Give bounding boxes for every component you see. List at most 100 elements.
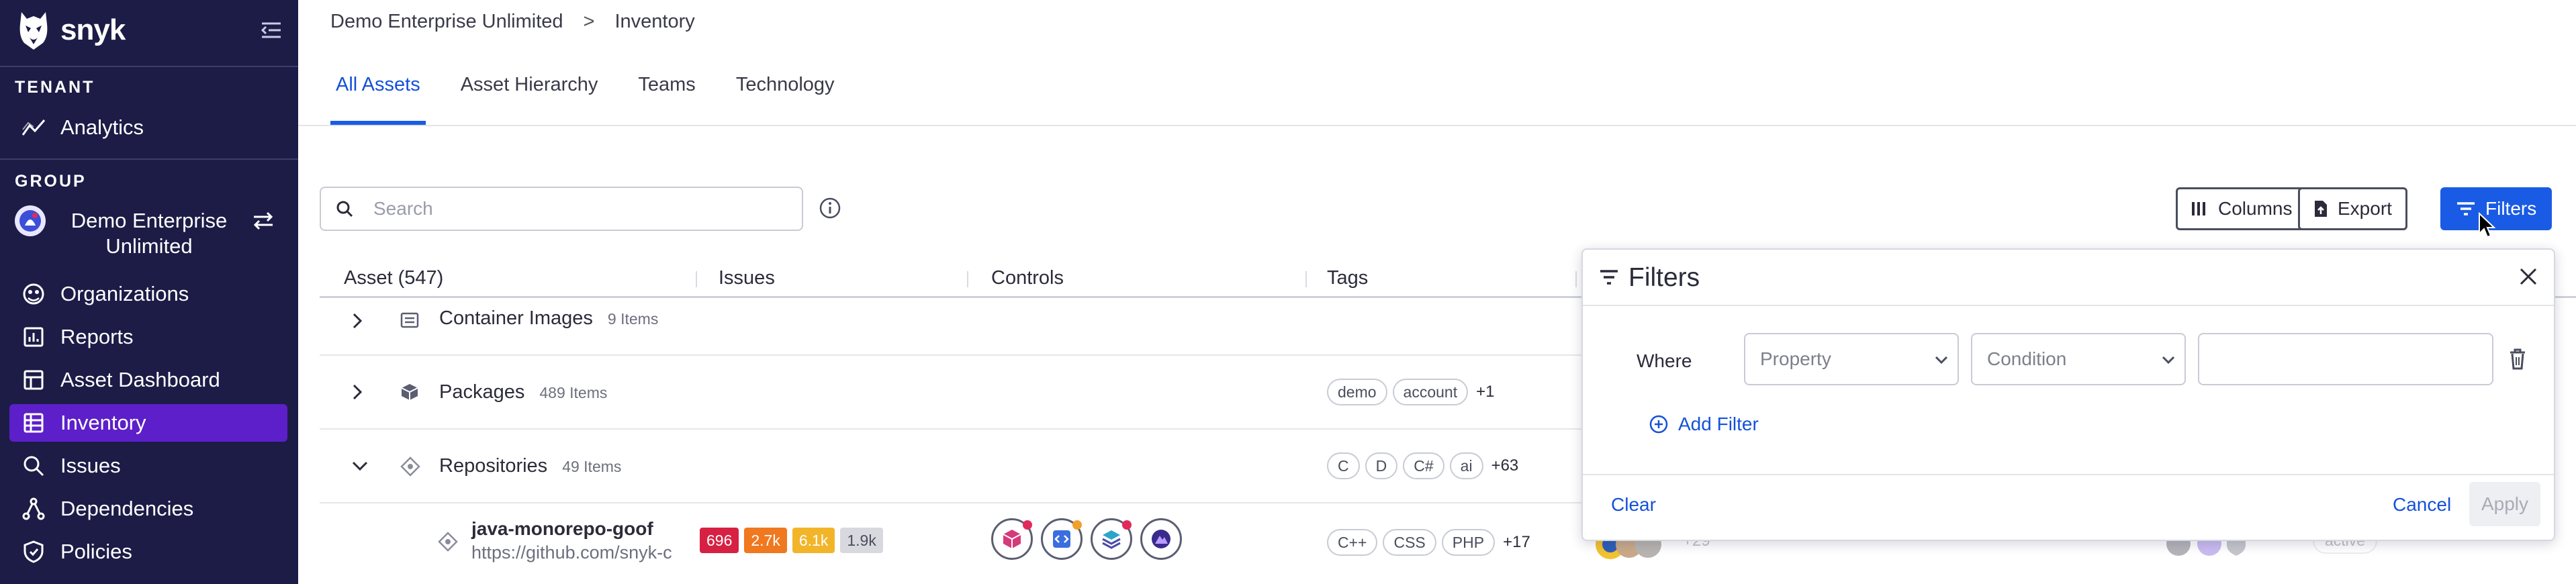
reports-icon [19,322,48,352]
property-placeholder: Property [1760,348,1831,369]
issues-icon [19,451,48,481]
sidebar-item-issues[interactable]: Issues [9,447,287,485]
tab-asset-hierarchy[interactable]: Asset Hierarchy [455,68,604,125]
sidebar-divider [0,158,298,160]
tag[interactable]: C# [1403,452,1444,479]
chevron-right-icon[interactable] [351,383,364,401]
condition-select[interactable]: Condition [1971,333,2186,385]
high-issues-badge[interactable]: 2.7k [744,528,787,553]
column-header-asset[interactable]: Asset (547) [344,267,443,289]
collapse-sidebar-button[interactable] [258,19,285,42]
sidebar-item-label: Organizations [60,282,189,305]
sidebar-item-reports[interactable]: Reports [9,318,287,356]
export-button[interactable]: Export [2298,187,2407,230]
open-source-icon [1003,530,1021,548]
panel-divider [1583,474,2554,475]
chevron-right-icon[interactable] [351,311,364,330]
repository-icon [438,532,458,552]
sidebar-item-label: Policies [60,540,132,563]
property-select[interactable]: Property [1744,333,1959,385]
add-filter-button[interactable]: Add Filter [1649,413,1759,435]
asset-name[interactable]: java-monorepo-goof [471,518,653,540]
tag[interactable]: demo [1327,379,1387,405]
swap-icon[interactable] [251,211,275,231]
clear-button[interactable]: Clear [1611,494,1656,516]
group-count: 9 Items [607,310,659,328]
snyk-iac-control[interactable] [1140,518,1182,560]
tag[interactable]: PHP [1441,529,1496,556]
sidebar-item-dependencies[interactable]: Dependencies [9,490,287,528]
sidebar-item-analytics[interactable]: Analytics [9,109,287,146]
trash-icon[interactable] [2508,348,2527,371]
filters-button[interactable]: Filters [2440,187,2552,230]
close-icon[interactable] [2518,266,2539,287]
tab-teams[interactable]: Teams [633,68,700,125]
chevron-down-icon [1935,356,1948,364]
column-divider[interactable] [696,271,697,287]
export-icon [2315,201,2327,217]
tab-bar: All Assets Asset Hierarchy Teams Technol… [330,68,870,125]
info-icon[interactable] [819,197,841,220]
sidebar-item-label: Reports [60,325,134,348]
search-icon [336,201,353,217]
more-tags[interactable]: +1 [1476,383,1494,401]
tag[interactable]: D [1365,452,1398,479]
more-tags[interactable]: +63 [1491,456,1519,475]
snyk-logo[interactable]: snyk [16,8,126,52]
dashboard-icon [19,365,48,395]
sidebar-divider [0,66,298,67]
tag[interactable]: C++ [1327,529,1378,556]
group-name: Container Images 9 Items [439,307,658,330]
sidebar-item-label: Analytics [60,115,144,139]
brand-name: snyk [60,13,126,46]
filter-value-input[interactable] [2198,333,2493,385]
iac-icon [1152,530,1170,548]
snyk-code-control[interactable] [1041,518,1083,560]
where-label: Where [1637,350,1692,371]
sidebar-item-asset-dashboard[interactable]: Asset Dashboard [9,361,287,399]
tags-cell: C++ CSS PHP +17 [1327,529,1530,556]
tab-all-assets[interactable]: All Assets [330,68,426,125]
policies-icon [19,537,48,567]
column-header-controls[interactable]: Controls [991,267,1064,289]
search-box[interactable] [320,187,803,231]
cancel-button[interactable]: Cancel [2393,494,2451,516]
org-switcher[interactable]: Demo Enterprise Unlimited [15,204,283,264]
container-image-icon [400,312,419,328]
column-divider[interactable] [967,271,968,287]
more-tags[interactable]: +17 [1503,533,1530,552]
controls-cell [991,518,1190,560]
tag[interactable]: ai [1449,452,1483,479]
apply-button[interactable]: Apply [2469,482,2540,526]
column-divider[interactable] [1305,271,1307,287]
asset-url[interactable]: https://github.com/snyk-c [471,542,692,563]
tags-cell: C D C# ai +63 [1327,452,1518,479]
search-input[interactable] [373,198,790,220]
sidebar-item-policies[interactable]: Policies [9,533,287,571]
snyk-container-control[interactable] [1091,518,1132,560]
critical-issues-badge[interactable]: 696 [700,528,739,553]
tab-technology[interactable]: Technology [731,68,840,125]
column-header-tags[interactable]: Tags [1327,267,1368,289]
medium-issues-badge[interactable]: 6.1k [792,528,835,553]
column-header-issues[interactable]: Issues [719,267,775,289]
column-divider[interactable] [1575,271,1577,287]
repository-icon [400,456,420,477]
group-name: Repositories 49 Items [439,455,621,477]
tag[interactable]: account [1392,379,1469,405]
sidebar-item-organizations[interactable]: Organizations [9,275,287,313]
sidebar-item-inventory[interactable]: Inventory [9,404,287,442]
tag[interactable]: CSS [1383,529,1436,556]
low-issues-badge[interactable]: 1.9k [840,528,883,553]
tag[interactable]: C [1327,452,1360,479]
columns-button[interactable]: Columns [2176,187,2308,230]
main-content: Demo Enterprise Unlimited > Inventory Al… [298,0,2576,584]
sidebar-item-label: Inventory [60,411,146,434]
organizations-icon [19,279,48,309]
breadcrumb-parent[interactable]: Demo Enterprise Unlimited [330,11,563,33]
plus-circle-icon [1649,415,1668,434]
dependencies-icon [19,494,48,524]
alert-dot [1023,520,1032,530]
snyk-open-source-control[interactable] [991,518,1033,560]
chevron-down-icon[interactable] [351,459,369,473]
